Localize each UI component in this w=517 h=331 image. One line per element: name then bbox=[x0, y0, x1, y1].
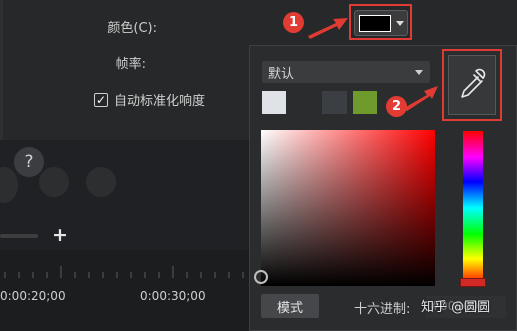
toolbar-round-button[interactable] bbox=[39, 167, 69, 197]
toolbar-round-button[interactable] bbox=[86, 167, 116, 197]
zoom-slider-track[interactable] bbox=[0, 234, 38, 238]
arrow-annotation-2 bbox=[404, 86, 438, 111]
help-icon[interactable]: ? bbox=[14, 147, 44, 177]
auto-normalize-checkbox[interactable]: ✓ bbox=[94, 92, 108, 107]
auto-normalize-checkbox-row[interactable]: ✓ 自动标准化响度 bbox=[94, 90, 205, 109]
current-color-swatch bbox=[359, 14, 391, 32]
color-picker-button[interactable] bbox=[354, 10, 408, 36]
auto-normalize-label: 自动标准化响度 bbox=[114, 94, 206, 109]
saturation-value-area[interactable] bbox=[261, 130, 435, 286]
palette-dropdown-value: 默认 bbox=[268, 66, 295, 82]
hue-slider[interactable] bbox=[463, 131, 483, 285]
timeline-ticks bbox=[4, 266, 244, 278]
eyedropper-button[interactable] bbox=[448, 55, 496, 115]
zoom-in-button[interactable]: + bbox=[52, 224, 68, 246]
hue-slider-handle[interactable] bbox=[460, 278, 486, 287]
mode-button[interactable]: 模式 bbox=[261, 294, 319, 318]
arrow-annotation-1 bbox=[308, 18, 348, 39]
palette-dropdown[interactable]: 默认 bbox=[262, 61, 430, 83]
eyedropper-icon bbox=[461, 68, 486, 98]
palette-swatch[interactable] bbox=[262, 91, 286, 114]
watermark: 知乎 @圆圆 bbox=[421, 300, 491, 315]
palette-swatch[interactable] bbox=[325, 91, 347, 114]
timeline-time-label: 0:00:20;00 bbox=[0, 289, 66, 303]
timeline-time-label: 0:00:30;00 bbox=[140, 289, 206, 303]
color-label: 颜色(C): bbox=[107, 21, 157, 36]
panel-divider bbox=[0, 0, 3, 140]
help-icon-glyph: ? bbox=[24, 152, 34, 172]
chevron-down-icon bbox=[396, 20, 404, 26]
palette-swatch[interactable] bbox=[353, 91, 377, 114]
chevron-down-icon bbox=[415, 69, 423, 75]
hex-label: 十六进制: bbox=[354, 302, 411, 317]
framerate-label: 帧率: bbox=[115, 57, 146, 72]
toolbar-round-button[interactable] bbox=[0, 167, 18, 203]
color-cursor[interactable] bbox=[254, 270, 268, 284]
